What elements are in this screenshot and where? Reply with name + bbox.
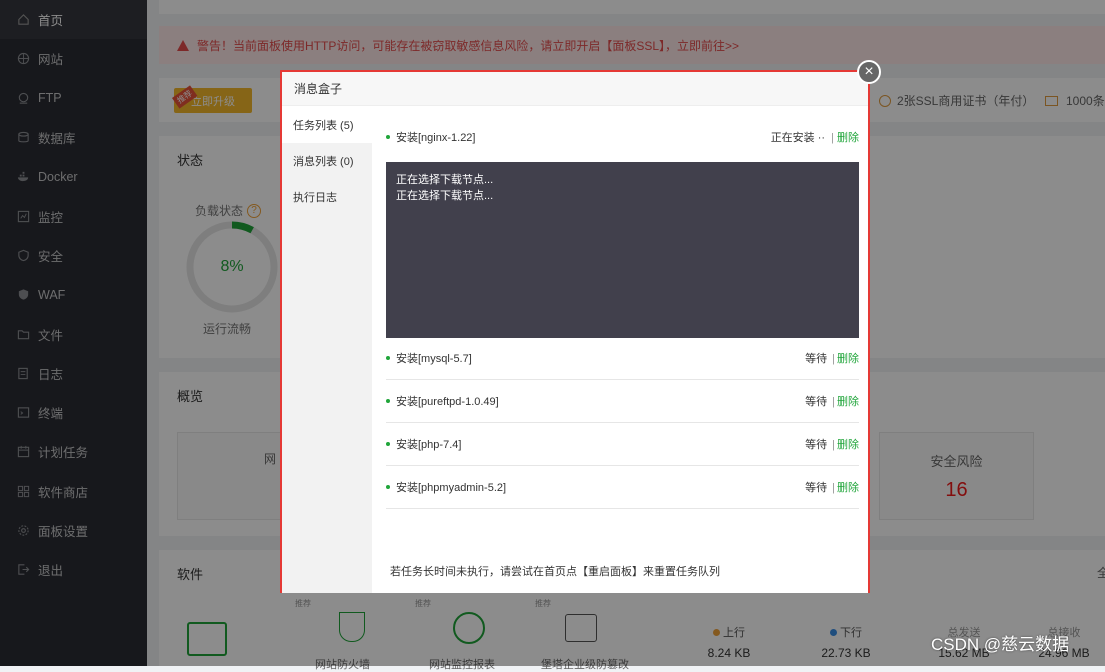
- status-dot: [386, 356, 390, 360]
- task-status: 正在安装 ··: [770, 132, 826, 144]
- task-name: 安装[mysql-5.7]: [396, 353, 472, 365]
- console-line: 正在选择下载节点...: [396, 174, 494, 186]
- tab-message-list[interactable]: 消息列表 (0): [282, 143, 372, 179]
- task-name: 安装[nginx-1.22]: [396, 132, 476, 144]
- task-item: 安装[nginx-1.22] 正在安装 ·· | 删除: [386, 119, 859, 155]
- task-item: 安装[phpmyadmin-5.2] 等待 | 删除: [386, 466, 859, 509]
- task-list-panel: 安装[nginx-1.22] 正在安装 ·· | 删除 正在选择下载节点... 正…: [372, 107, 868, 593]
- console-line: 正在选择下载节点...: [396, 190, 494, 202]
- task-separator: |: [832, 482, 835, 494]
- delete-link[interactable]: 删除: [837, 132, 859, 144]
- task-separator: |: [832, 439, 835, 451]
- delete-link[interactable]: 删除: [837, 396, 859, 408]
- delete-link[interactable]: 删除: [837, 353, 859, 365]
- task-status: 等待: [805, 439, 828, 451]
- task-name: 安装[php-7.4]: [396, 439, 462, 451]
- status-dot: [386, 442, 390, 446]
- tab-exec-log[interactable]: 执行日志: [282, 179, 372, 215]
- task-name: 安装[phpmyadmin-5.2]: [396, 482, 507, 494]
- watermark: CSDN @慈云数据: [931, 635, 1070, 654]
- status-dot: [386, 399, 390, 403]
- task-item: 安装[mysql-5.7] 等待 | 删除: [386, 337, 859, 380]
- modal-nav: 任务列表 (5) 消息列表 (0) 执行日志: [282, 107, 372, 593]
- message-box-modal: 消息盒子 任务列表 (5) 消息列表 (0) 执行日志 安装[nginx-1.2…: [280, 70, 870, 593]
- task-status: 等待: [805, 482, 828, 494]
- tab-task-list[interactable]: 任务列表 (5): [282, 107, 372, 143]
- task-separator: |: [832, 396, 835, 408]
- task-status: 等待: [805, 353, 828, 365]
- status-dot: [386, 135, 390, 139]
- modal-title: 消息盒子: [294, 82, 343, 96]
- delete-link[interactable]: 删除: [837, 482, 859, 494]
- install-console: 正在选择下载节点... 正在选择下载节点...: [386, 162, 859, 338]
- modal-header: 消息盒子: [282, 72, 868, 106]
- status-dot: [386, 485, 390, 489]
- task-status: 等待: [805, 396, 828, 408]
- task-separator: |: [831, 132, 834, 144]
- task-item: 安装[pureftpd-1.0.49] 等待 | 删除: [386, 380, 859, 423]
- task-separator: |: [832, 353, 835, 365]
- delete-link[interactable]: 删除: [837, 439, 859, 451]
- task-item: 安装[php-7.4] 等待 | 删除: [386, 423, 859, 466]
- task-hint: 若任务长时间未执行，请尝试在首页点【重启面板】来重置任务队列: [390, 566, 720, 578]
- close-icon[interactable]: ×: [857, 60, 881, 84]
- task-name: 安装[pureftpd-1.0.49]: [396, 396, 499, 408]
